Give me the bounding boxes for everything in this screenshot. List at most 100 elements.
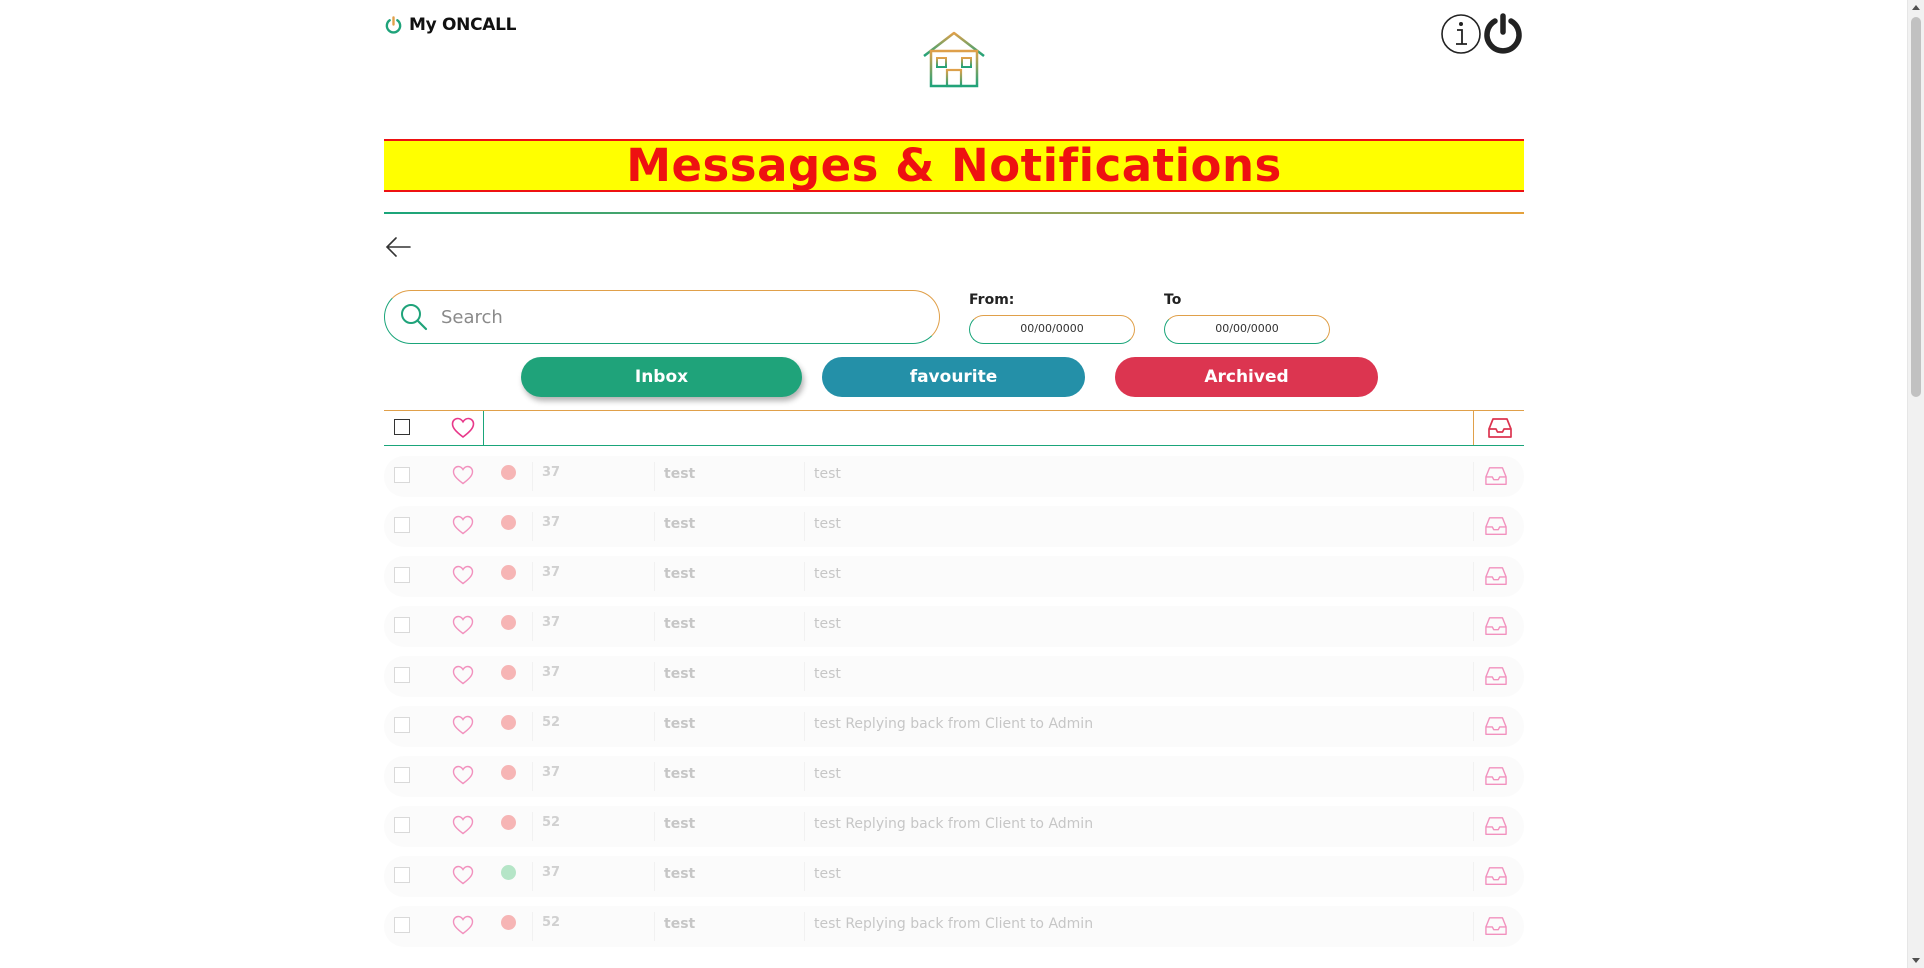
row-divider [804, 662, 805, 691]
inbox-tray-icon[interactable] [1484, 915, 1508, 937]
heart-icon[interactable] [452, 815, 474, 835]
power-icon [385, 15, 402, 34]
scroll-up-arrow-icon[interactable] [1912, 5, 1920, 10]
row-checkbox[interactable] [394, 567, 410, 583]
message-preview: test [814, 566, 841, 582]
row-checkbox[interactable] [394, 917, 410, 933]
message-preview: test [814, 516, 841, 532]
inbox-tray-icon[interactable] [1484, 515, 1508, 537]
inbox-tray-icon[interactable] [1487, 416, 1513, 440]
row-checkbox[interactable] [394, 817, 410, 833]
table-row[interactable]: 37 test test [384, 856, 1524, 897]
heart-icon[interactable] [452, 865, 474, 885]
select-all-checkbox[interactable] [394, 419, 410, 435]
row-checkbox[interactable] [394, 867, 410, 883]
inbox-tray-icon[interactable] [1484, 715, 1508, 737]
row-divider [532, 712, 533, 741]
message-preview: test [814, 866, 841, 882]
row-divider [532, 762, 533, 791]
inbox-tray-icon[interactable] [1484, 465, 1508, 487]
table-row[interactable]: 52 test test Replying back from Client to … [384, 706, 1524, 747]
row-divider [804, 562, 805, 591]
message-preview: test Replying back from Client to Admin [814, 816, 1094, 832]
table-row[interactable]: 37 test test [384, 556, 1524, 597]
table-row[interactable]: 37 test test [384, 756, 1524, 797]
heart-icon[interactable] [452, 615, 474, 635]
heart-icon[interactable] [452, 665, 474, 685]
table-row[interactable]: 37 test test [384, 606, 1524, 647]
message-subject: test [664, 616, 696, 632]
tab-favourite[interactable]: favourite [822, 357, 1085, 397]
table-header [384, 410, 1524, 446]
row-checkbox[interactable] [394, 667, 410, 683]
row-divider [804, 462, 805, 491]
to-date-input[interactable]: 00/00/0000 [1164, 315, 1330, 344]
row-divider [532, 912, 533, 941]
message-id: 37 [542, 765, 561, 780]
message-preview: test [814, 616, 841, 632]
heart-icon[interactable] [452, 515, 474, 535]
inbox-tray-icon[interactable] [1484, 665, 1508, 687]
row-divider [1473, 512, 1474, 541]
row-divider [654, 512, 655, 541]
row-divider [1473, 462, 1474, 491]
row-checkbox[interactable] [394, 467, 410, 483]
message-subject: test [664, 516, 696, 532]
row-divider [532, 462, 533, 491]
from-date-input[interactable]: 00/00/0000 [969, 315, 1135, 344]
status-dot [501, 765, 516, 780]
table-row[interactable]: 37 test test [384, 456, 1524, 497]
table-row[interactable]: 52 test test Replying back from Client to … [384, 806, 1524, 847]
brand-name: My ONCALL [409, 15, 517, 35]
tab-inbox[interactable]: Inbox [521, 357, 802, 397]
scrollbar[interactable] [1907, 0, 1924, 968]
heart-icon[interactable] [452, 465, 474, 485]
row-divider [532, 662, 533, 691]
inbox-tray-icon[interactable] [1484, 765, 1508, 787]
inbox-tray-icon[interactable] [1484, 815, 1508, 837]
message-subject: test [664, 766, 696, 782]
info-icon[interactable] [1440, 13, 1482, 55]
row-checkbox[interactable] [394, 517, 410, 533]
back-arrow-icon[interactable] [384, 234, 412, 260]
row-checkbox[interactable] [394, 767, 410, 783]
row-divider [654, 762, 655, 791]
row-divider [654, 712, 655, 741]
row-divider [804, 612, 805, 641]
inbox-tray-icon[interactable] [1484, 615, 1508, 637]
message-subject: test [664, 566, 696, 582]
row-divider [532, 562, 533, 591]
row-divider [804, 512, 805, 541]
row-checkbox[interactable] [394, 617, 410, 633]
page-title: Messages & Notifications [626, 139, 1282, 192]
table-row[interactable]: 52 test test Replying back from Client to … [384, 906, 1524, 947]
inbox-tray-icon[interactable] [1484, 865, 1508, 887]
row-checkbox[interactable] [394, 717, 410, 733]
row-divider [532, 612, 533, 641]
brand[interactable]: My ONCALL [384, 15, 517, 35]
row-divider [1473, 862, 1474, 891]
table-row[interactable]: 37 test test [384, 656, 1524, 697]
heart-icon[interactable] [452, 765, 474, 785]
message-id: 37 [542, 515, 561, 530]
logout-icon[interactable] [1482, 13, 1524, 55]
table-row[interactable]: 37 test test [384, 506, 1524, 547]
status-dot [501, 865, 516, 880]
message-subject: test [664, 466, 696, 482]
heart-icon[interactable] [452, 715, 474, 735]
scrollbar-thumb[interactable] [1911, 17, 1921, 397]
row-divider [1473, 612, 1474, 641]
scroll-down-arrow-icon[interactable] [1912, 958, 1920, 963]
header-divider [483, 411, 484, 445]
status-dot [501, 815, 516, 830]
message-id: 37 [542, 565, 561, 580]
search-box[interactable] [384, 290, 940, 344]
heart-icon[interactable] [452, 915, 474, 935]
search-input[interactable] [439, 305, 883, 329]
inbox-tray-icon[interactable] [1484, 565, 1508, 587]
message-id: 52 [542, 915, 561, 930]
tab-archived[interactable]: Archived [1115, 357, 1378, 397]
heart-icon[interactable] [451, 417, 475, 439]
heart-icon[interactable] [452, 565, 474, 585]
home-icon[interactable] [922, 30, 986, 88]
